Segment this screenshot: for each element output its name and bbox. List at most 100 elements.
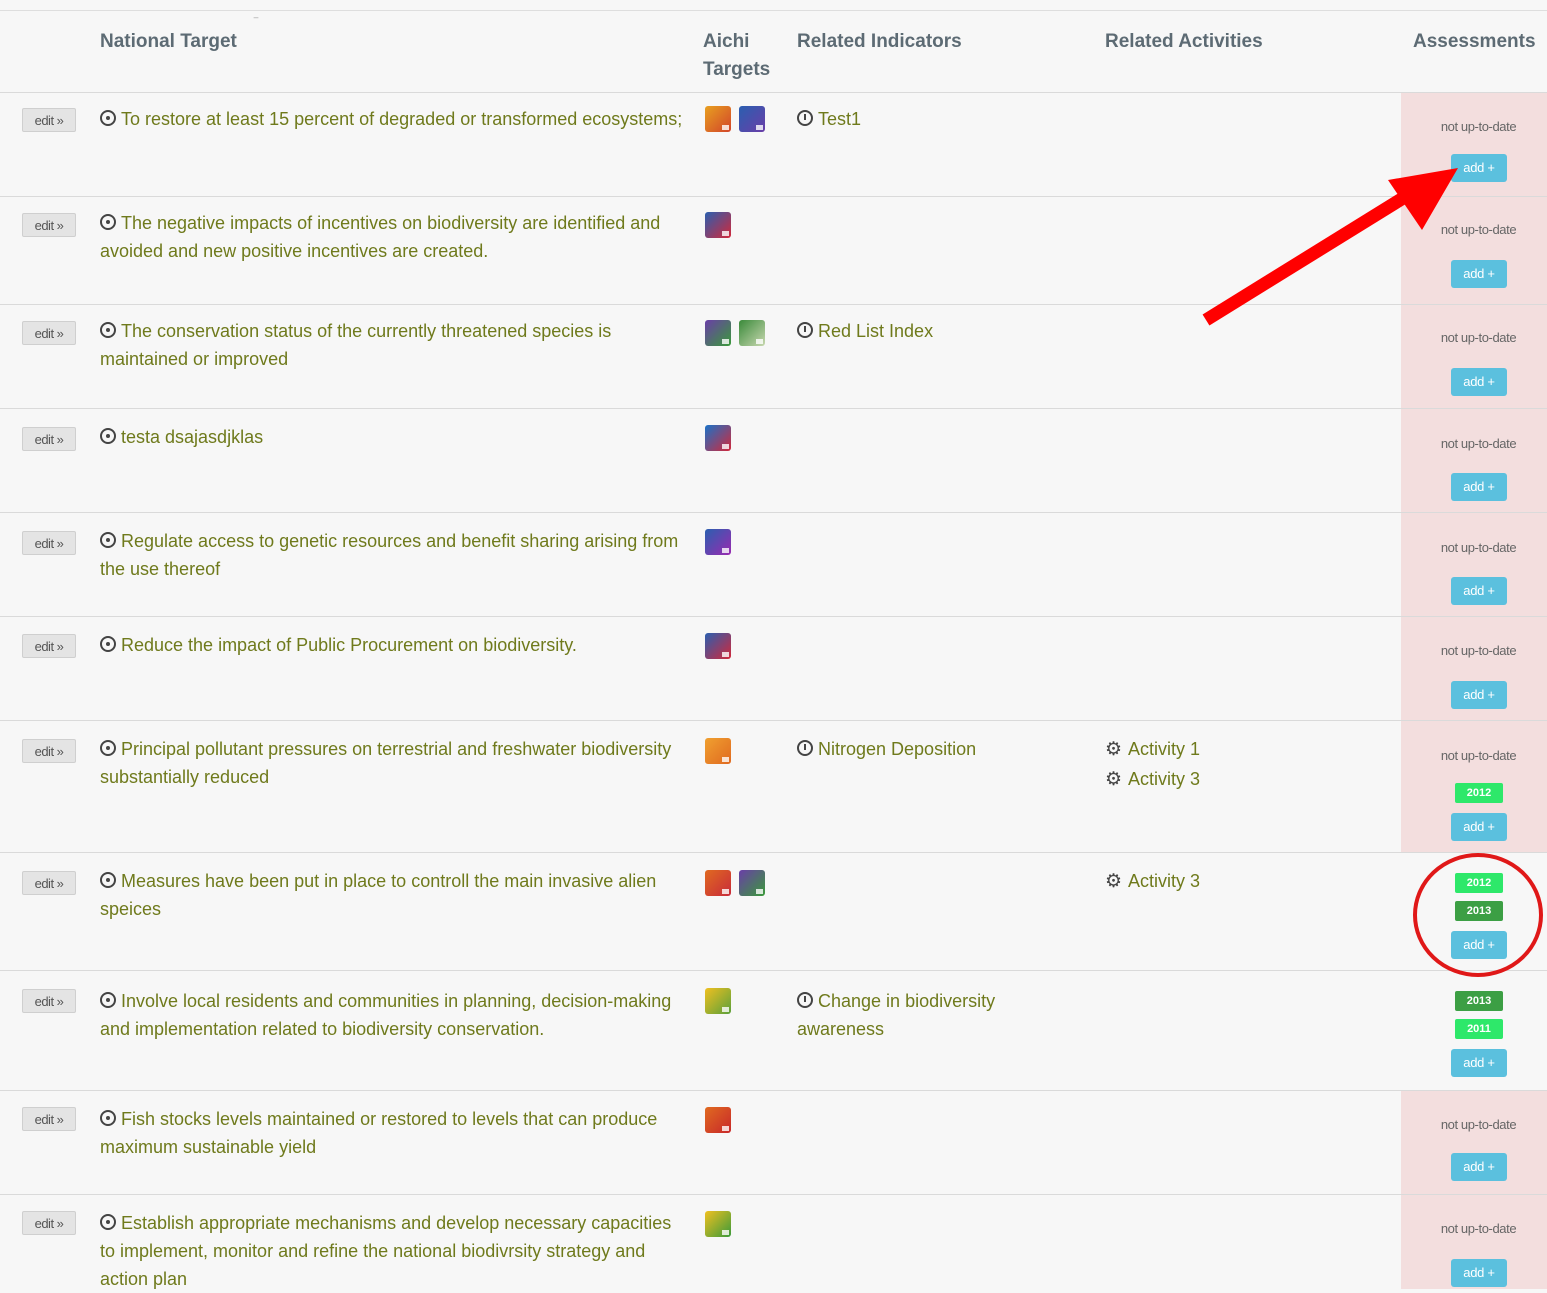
- national-target-link[interactable]: Establish appropriate mechanisms and dev…: [100, 1209, 685, 1293]
- aichi-target-12-icon[interactable]: [705, 320, 731, 346]
- assessment-year-badge[interactable]: 2012: [1455, 873, 1503, 893]
- table-row: not up-to-date add + edit » To restore a…: [0, 92, 1547, 197]
- add-assessment-button[interactable]: add +: [1451, 1153, 1507, 1181]
- aichi-target-9-icon[interactable]: [705, 870, 731, 896]
- edit-button[interactable]: edit »: [22, 321, 76, 345]
- aichi-targets: [705, 106, 765, 132]
- aichi-targets: [705, 529, 731, 555]
- national-target-link[interactable]: Reduce the impact of Public Procurement …: [100, 631, 685, 659]
- target-label: Principal pollutant pressures on terrest…: [100, 739, 672, 787]
- activity-label: Activity 3: [1128, 871, 1201, 891]
- national-target-link[interactable]: Involve local residents and communities …: [100, 987, 685, 1043]
- edit-button[interactable]: edit »: [22, 634, 76, 658]
- aichi-target-16-icon[interactable]: [705, 529, 731, 555]
- edit-button[interactable]: edit »: [22, 108, 76, 132]
- target-label: Regulate access to genetic resources and…: [100, 531, 679, 579]
- activity-label: Activity 3: [1128, 769, 1201, 789]
- aichi-target-12-icon[interactable]: [739, 870, 765, 896]
- table-row: not up-to-date add + edit » Regulate acc…: [0, 512, 1547, 617]
- target-label: Involve local residents and communities …: [100, 991, 672, 1039]
- add-assessment-button[interactable]: add +: [1451, 473, 1507, 501]
- assessment-cell: not up-to-date add +: [1401, 409, 1547, 513]
- target-label: Fish stocks levels maintained or restore…: [100, 1109, 658, 1157]
- header-aichi-line2: Targets: [703, 59, 771, 80]
- table-row: 2013 2011 add + edit » Involve local res…: [0, 970, 1547, 1091]
- add-assessment-button[interactable]: add +: [1451, 260, 1507, 288]
- add-assessment-button[interactable]: add +: [1451, 931, 1507, 959]
- national-target-link[interactable]: The conservation status of the currently…: [100, 317, 685, 373]
- aichi-target-2-icon[interactable]: [705, 633, 731, 659]
- add-assessment-button[interactable]: add +: [1451, 813, 1507, 841]
- target-icon: [100, 322, 116, 338]
- add-assessment-button[interactable]: add +: [1451, 1049, 1507, 1077]
- aichi-target-6-icon[interactable]: [705, 1107, 731, 1133]
- indicator-label: Test1: [818, 109, 862, 129]
- table-row: not up-to-date add + edit » testa dsajas…: [0, 408, 1547, 513]
- national-target-link[interactable]: The negative impacts of incentives on bi…: [100, 209, 685, 265]
- aichi-targets: [705, 1211, 731, 1237]
- national-target-link[interactable]: testa dsajasdjklas: [100, 423, 685, 451]
- aichi-target-3-icon[interactable]: [705, 212, 731, 238]
- target-label: To restore at least 15 percent of degrad…: [121, 109, 683, 129]
- sort-caret-icon[interactable]: ‾: [254, 16, 258, 30]
- header-aichi-targets: Aichi Targets: [703, 28, 770, 84]
- add-assessment-button[interactable]: add +: [1451, 1259, 1507, 1287]
- status-not-up-to-date: not up-to-date: [1440, 222, 1517, 237]
- target-icon: [100, 110, 116, 126]
- national-target-link[interactable]: Regulate access to genetic resources and…: [100, 527, 685, 583]
- related-activity-link[interactable]: ⚙ Activity 3: [1105, 866, 1200, 897]
- aichi-target-14-icon[interactable]: [705, 106, 731, 132]
- gear-icon: ⚙: [1105, 871, 1123, 892]
- edit-button[interactable]: edit »: [22, 1107, 76, 1131]
- assessment-cell: not up-to-date add +: [1401, 1091, 1547, 1195]
- assessment-year-badge[interactable]: 2013: [1455, 991, 1503, 1011]
- aichi-target-1-icon[interactable]: [705, 425, 731, 451]
- aichi-target-18-icon[interactable]: [705, 988, 731, 1014]
- target-label: Establish appropriate mechanisms and dev…: [100, 1213, 672, 1289]
- national-target-link[interactable]: Measures have been put in place to contr…: [100, 867, 685, 923]
- aichi-target-13-icon[interactable]: [739, 320, 765, 346]
- table-top-border: [0, 10, 1547, 11]
- related-activity-link[interactable]: ⚙ Activity 1: [1105, 734, 1200, 765]
- edit-button[interactable]: edit »: [22, 871, 76, 895]
- national-target-link[interactable]: Fish stocks levels maintained or restore…: [100, 1105, 685, 1161]
- assessment-year-badge[interactable]: 2012: [1455, 783, 1503, 803]
- assessment-year-badge[interactable]: 2013: [1455, 901, 1503, 921]
- aichi-target-15-icon[interactable]: [739, 106, 765, 132]
- related-indicator-link[interactable]: Nitrogen Deposition: [797, 735, 1077, 763]
- add-assessment-button[interactable]: add +: [1451, 577, 1507, 605]
- aichi-target-17-icon[interactable]: [705, 1211, 731, 1237]
- edit-button[interactable]: edit »: [22, 213, 76, 237]
- related-indicator-link[interactable]: Change in biodiversity awareness: [797, 987, 1077, 1043]
- gear-icon: ⚙: [1105, 769, 1123, 790]
- target-icon: [100, 532, 116, 548]
- edit-button[interactable]: edit »: [22, 531, 76, 555]
- aichi-targets: [705, 425, 731, 451]
- related-indicator-link[interactable]: Red List Index: [797, 317, 1077, 345]
- aichi-targets: [705, 320, 765, 346]
- aichi-targets: [705, 212, 731, 238]
- table-row: not up-to-date add + edit » Reduce the i…: [0, 616, 1547, 721]
- assessment-year-badge[interactable]: 2011: [1455, 1019, 1503, 1039]
- target-icon: [100, 872, 116, 888]
- national-target-link[interactable]: To restore at least 15 percent of degrad…: [100, 105, 685, 133]
- add-assessment-button[interactable]: add +: [1451, 681, 1507, 709]
- edit-button[interactable]: edit »: [22, 989, 76, 1013]
- header-national-target[interactable]: National Target: [100, 28, 237, 56]
- target-icon: [100, 740, 116, 756]
- add-assessment-button[interactable]: add +: [1451, 154, 1507, 182]
- national-target-link[interactable]: Principal pollutant pressures on terrest…: [100, 735, 685, 791]
- table-row: not up-to-date add + edit » The conserva…: [0, 304, 1547, 409]
- aichi-target-8-icon[interactable]: [705, 738, 731, 764]
- add-assessment-button[interactable]: add +: [1451, 368, 1507, 396]
- edit-button[interactable]: edit »: [22, 1211, 76, 1235]
- edit-button[interactable]: edit »: [22, 739, 76, 763]
- aichi-targets: [705, 988, 731, 1014]
- related-indicator-link[interactable]: Test1: [797, 105, 1077, 133]
- table-row: not up-to-date add + edit » The negative…: [0, 196, 1547, 305]
- target-label: The negative impacts of incentives on bi…: [100, 213, 661, 261]
- aichi-targets: [705, 870, 765, 896]
- target-icon: [100, 1214, 116, 1230]
- edit-button[interactable]: edit »: [22, 427, 76, 451]
- related-activity-link[interactable]: ⚙ Activity 3: [1105, 764, 1200, 795]
